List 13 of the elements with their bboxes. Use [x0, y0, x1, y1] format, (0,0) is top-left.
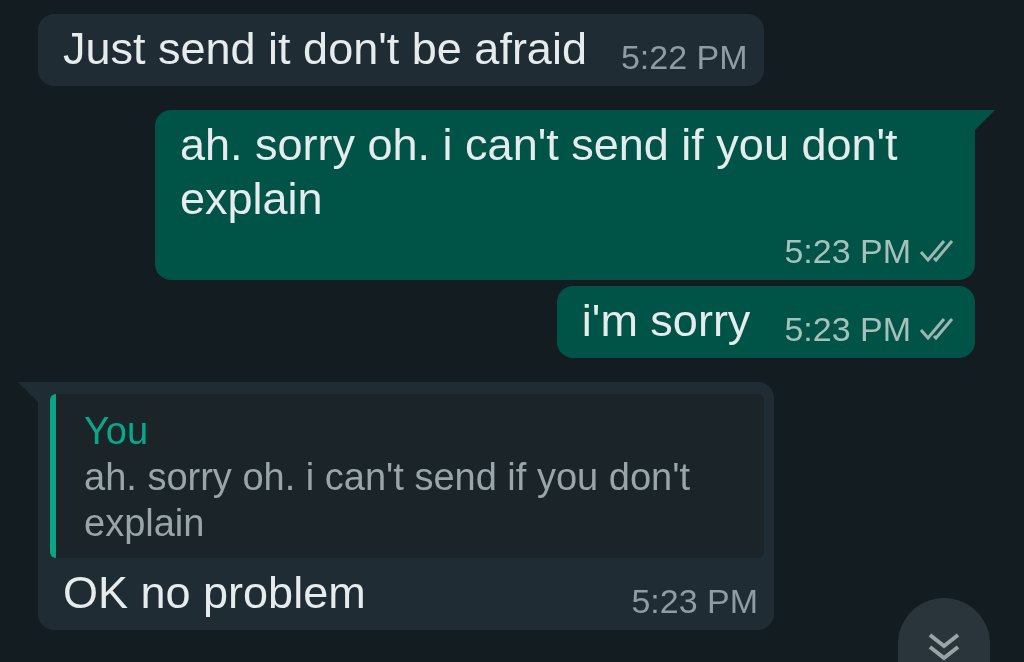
- message-text: OK no problem: [63, 566, 366, 620]
- message-time: 5:23 PM: [631, 581, 758, 622]
- message-text: ah. sorry oh. i can't send if you don't explain: [180, 118, 899, 226]
- scroll-down-button[interactable]: [898, 598, 990, 662]
- double-chevron-down-icon: [926, 632, 962, 662]
- message-text: i'm sorry: [581, 294, 751, 348]
- message-text: Just send it don't be afraid: [63, 22, 587, 76]
- message-time: 5:23 PM: [784, 231, 911, 272]
- quote-author: You: [84, 409, 150, 454]
- quote-text: ah. sorry oh. i can't send if you don't explain: [84, 455, 691, 546]
- message-time: 5:22 PM: [620, 37, 748, 78]
- quoted-message[interactable]: You ah. sorry oh. i can't send if you don't explain: [50, 394, 764, 558]
- message-time: 5:23 PM: [784, 309, 911, 350]
